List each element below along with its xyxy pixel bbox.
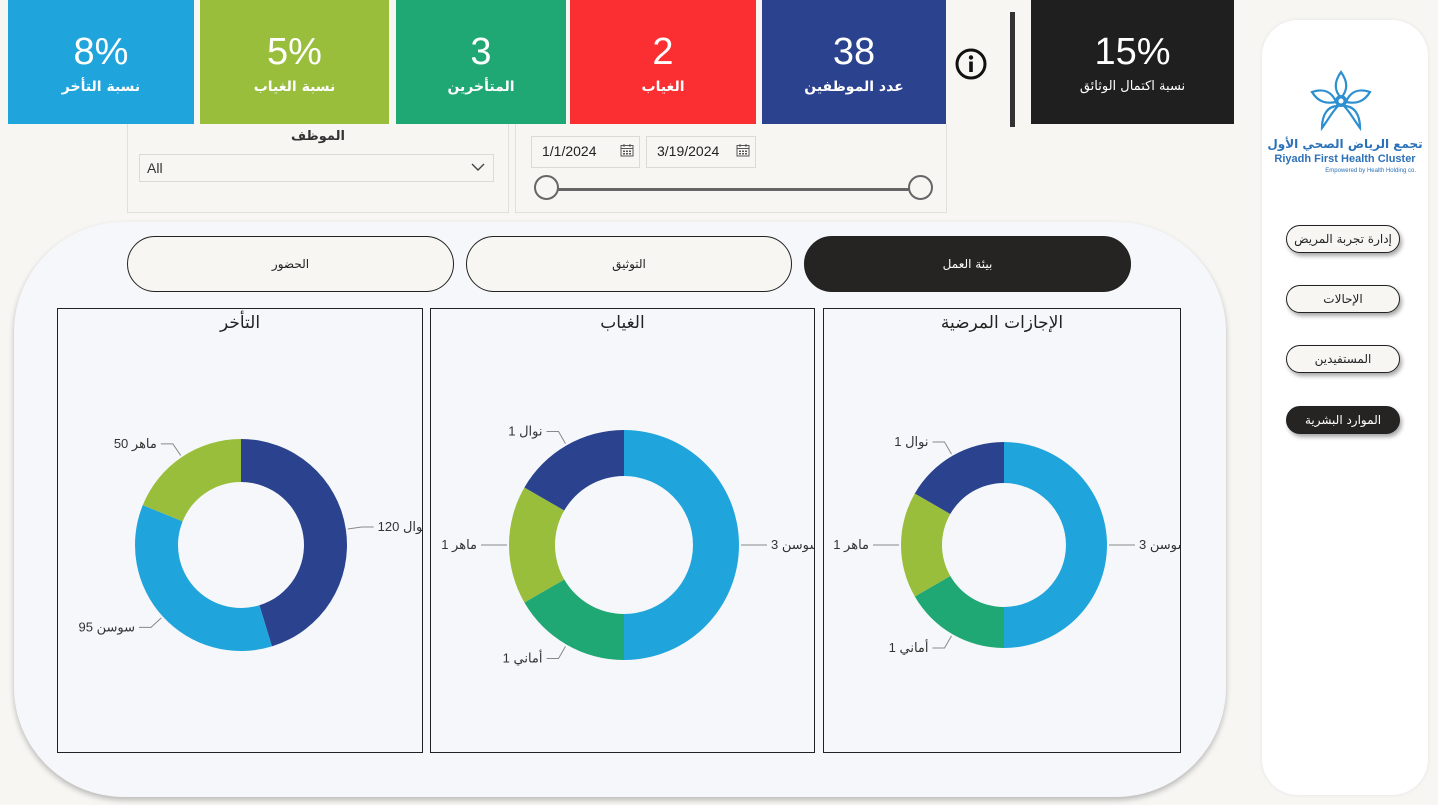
data-label: 1 ماهر: [441, 537, 477, 553]
kpi-label: المتأخرين: [447, 79, 515, 95]
cluster-logo: [1310, 70, 1372, 132]
tab-attendance[interactable]: الحضور: [127, 236, 454, 292]
kpi-value: 38: [832, 31, 876, 73]
kpi-label: نسبة الغياب: [253, 79, 336, 95]
kpi-delay-rate: 8% نسبة التأخر: [8, 0, 194, 124]
data-label: 50 ماهر: [114, 436, 157, 452]
kpi-absence-rate: 5% نسبة الغياب: [200, 0, 389, 124]
donut-slice-1[interactable]: [624, 430, 739, 660]
data-label: 3 سوسن: [1139, 537, 1180, 553]
kpi-label: عدد الموظفين: [804, 79, 904, 95]
donut-chart-absence: 3 سوسن 1 أماني 1 ماهر 1 نوال: [441, 424, 814, 666]
donut-slice-3[interactable]: [142, 439, 241, 522]
calendar-icon[interactable]: [620, 143, 634, 157]
kpi-late-count: 3 المتأخرين: [396, 0, 566, 124]
divider: [1010, 12, 1015, 127]
kpi-value: 5%: [267, 31, 322, 73]
nav-referrals[interactable]: الإحالات: [1286, 285, 1400, 313]
data-label-leader: [932, 635, 952, 649]
donut-chart-delay: 120 نوال 95 سوسن 50 ماهر: [78, 436, 422, 651]
logo-arabic-name: تجمع الرياض الصحي الأول: [1267, 137, 1423, 151]
chart-sick-leave: الإجازات المرضية 3 سوسن1 أماني1 ماهر1 نو…: [823, 308, 1181, 753]
nav-patient-experience[interactable]: إدارة تجربة المريض: [1286, 225, 1400, 253]
tab-documentation[interactable]: التوثيق: [466, 236, 792, 292]
data-label: 1 نوال: [894, 434, 928, 450]
data-label: 3 سوسن: [771, 537, 814, 553]
chart-absence: الغياب 3 سوسن1 أماني1 ماهر1 نوال: [430, 308, 815, 753]
kpi-value: 2: [652, 31, 674, 73]
nav-human-resources[interactable]: الموارد البشرية: [1286, 406, 1400, 434]
logo-english-name: Riyadh First Health Cluster: [1274, 153, 1416, 165]
end-date-value: 3/19/2024: [657, 143, 720, 159]
date-range-filter: 1/1/2024 3/19/2024: [515, 124, 947, 213]
kpi-employee-count: 38 عدد الموظفين: [762, 0, 946, 124]
kpi-value: 3: [470, 31, 492, 73]
kpi-label: نسبة اكتمال الوثائق: [1079, 79, 1186, 94]
donut-slice-2[interactable]: [134, 505, 272, 651]
kpi-absent-count: 2 الغياب: [570, 0, 756, 124]
start-date-value: 1/1/2024: [542, 143, 597, 159]
data-label-leader: [347, 526, 374, 530]
data-label: 1 ماهر: [833, 537, 869, 553]
tab-work-environment[interactable]: بيئة العمل: [804, 236, 1131, 292]
employee-filter: الموظف All: [127, 124, 509, 213]
end-date-input[interactable]: 3/19/2024: [646, 136, 756, 168]
data-label-leader: [932, 441, 952, 455]
kpi-label: الغياب: [641, 79, 685, 95]
chevron-down-icon: [471, 163, 485, 171]
calendar-icon[interactable]: [736, 143, 750, 157]
kpi-value: 8%: [73, 31, 129, 73]
kpi-value: 15%: [1094, 31, 1171, 73]
data-label: 95 سوسن: [78, 619, 134, 635]
data-label-leader: [546, 646, 566, 659]
employee-select[interactable]: All: [139, 154, 494, 182]
kpi-document-completion: 15% نسبة اكتمال الوثائق: [1031, 0, 1234, 124]
start-date-input[interactable]: 1/1/2024: [531, 136, 640, 168]
kpi-label: نسبة التأخر: [61, 79, 141, 95]
date-slider-track[interactable]: [548, 188, 922, 191]
donut-slice-1[interactable]: [1004, 442, 1107, 648]
data-label-leader: [160, 443, 182, 456]
employee-filter-title: الموظف: [291, 129, 345, 144]
data-label-leader: [546, 431, 566, 444]
employee-select-value: All: [147, 160, 163, 176]
logo-tagline: Empowered by Health Holding co.: [1325, 168, 1416, 174]
info-icon[interactable]: [955, 48, 987, 80]
date-slider-start-handle[interactable]: [534, 175, 559, 200]
donut-chart-sick-leave: 3 سوسن 1 أماني 1 ماهر 1 نوال: [833, 434, 1180, 655]
data-label: 1 أماني: [503, 649, 543, 665]
data-label: 1 أماني: [889, 639, 929, 655]
data-label: 1 نوال: [508, 424, 542, 440]
data-label: 120 نوال: [378, 519, 422, 535]
data-label-leader: [138, 617, 162, 628]
date-slider-end-handle[interactable]: [908, 175, 933, 200]
nav-beneficiaries[interactable]: المستفيدين: [1286, 345, 1400, 373]
chart-delay: التأخر 120 نوال95 سوسن50 ماهر: [57, 308, 423, 753]
